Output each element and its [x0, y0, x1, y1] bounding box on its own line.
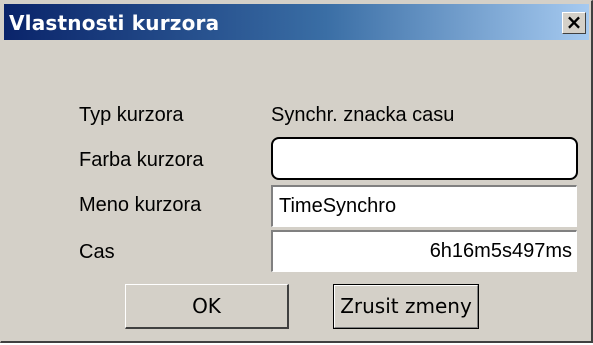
ok-button[interactable]: OK [125, 284, 289, 329]
time-input[interactable]: 6h16m5s497ms [271, 230, 577, 272]
cancel-button-label: Zrusit zmeny [340, 294, 472, 318]
cursor-color-label: Farba kurzora [79, 149, 204, 171]
close-button[interactable]: × [562, 12, 586, 34]
cursor-name-label: Meno kurzora [79, 194, 202, 216]
cursor-name-input[interactable]: TimeSynchro [271, 185, 577, 227]
title-bar[interactable]: Vlastnosti kurzora × [4, 4, 589, 40]
cancel-changes-button[interactable]: Zrusit zmeny [333, 284, 479, 329]
ok-button-label: OK [192, 294, 221, 318]
cancel-button-face: Zrusit zmeny [334, 285, 478, 328]
cursor-name-value: TimeSynchro [279, 195, 397, 217]
time-label: Cas [79, 241, 115, 263]
close-icon: × [565, 10, 583, 34]
cursor-properties-dialog: Vlastnosti kurzora × Typ kurzora Synchr.… [0, 0, 593, 343]
cursor-type-label: Typ kurzora [79, 104, 184, 126]
cursor-color-field[interactable] [271, 137, 578, 180]
cursor-type-value: Synchr. znacka casu [271, 104, 455, 126]
time-value: 6h16m5s497ms [429, 240, 572, 262]
window-title: Vlastnosti kurzora [9, 11, 220, 35]
